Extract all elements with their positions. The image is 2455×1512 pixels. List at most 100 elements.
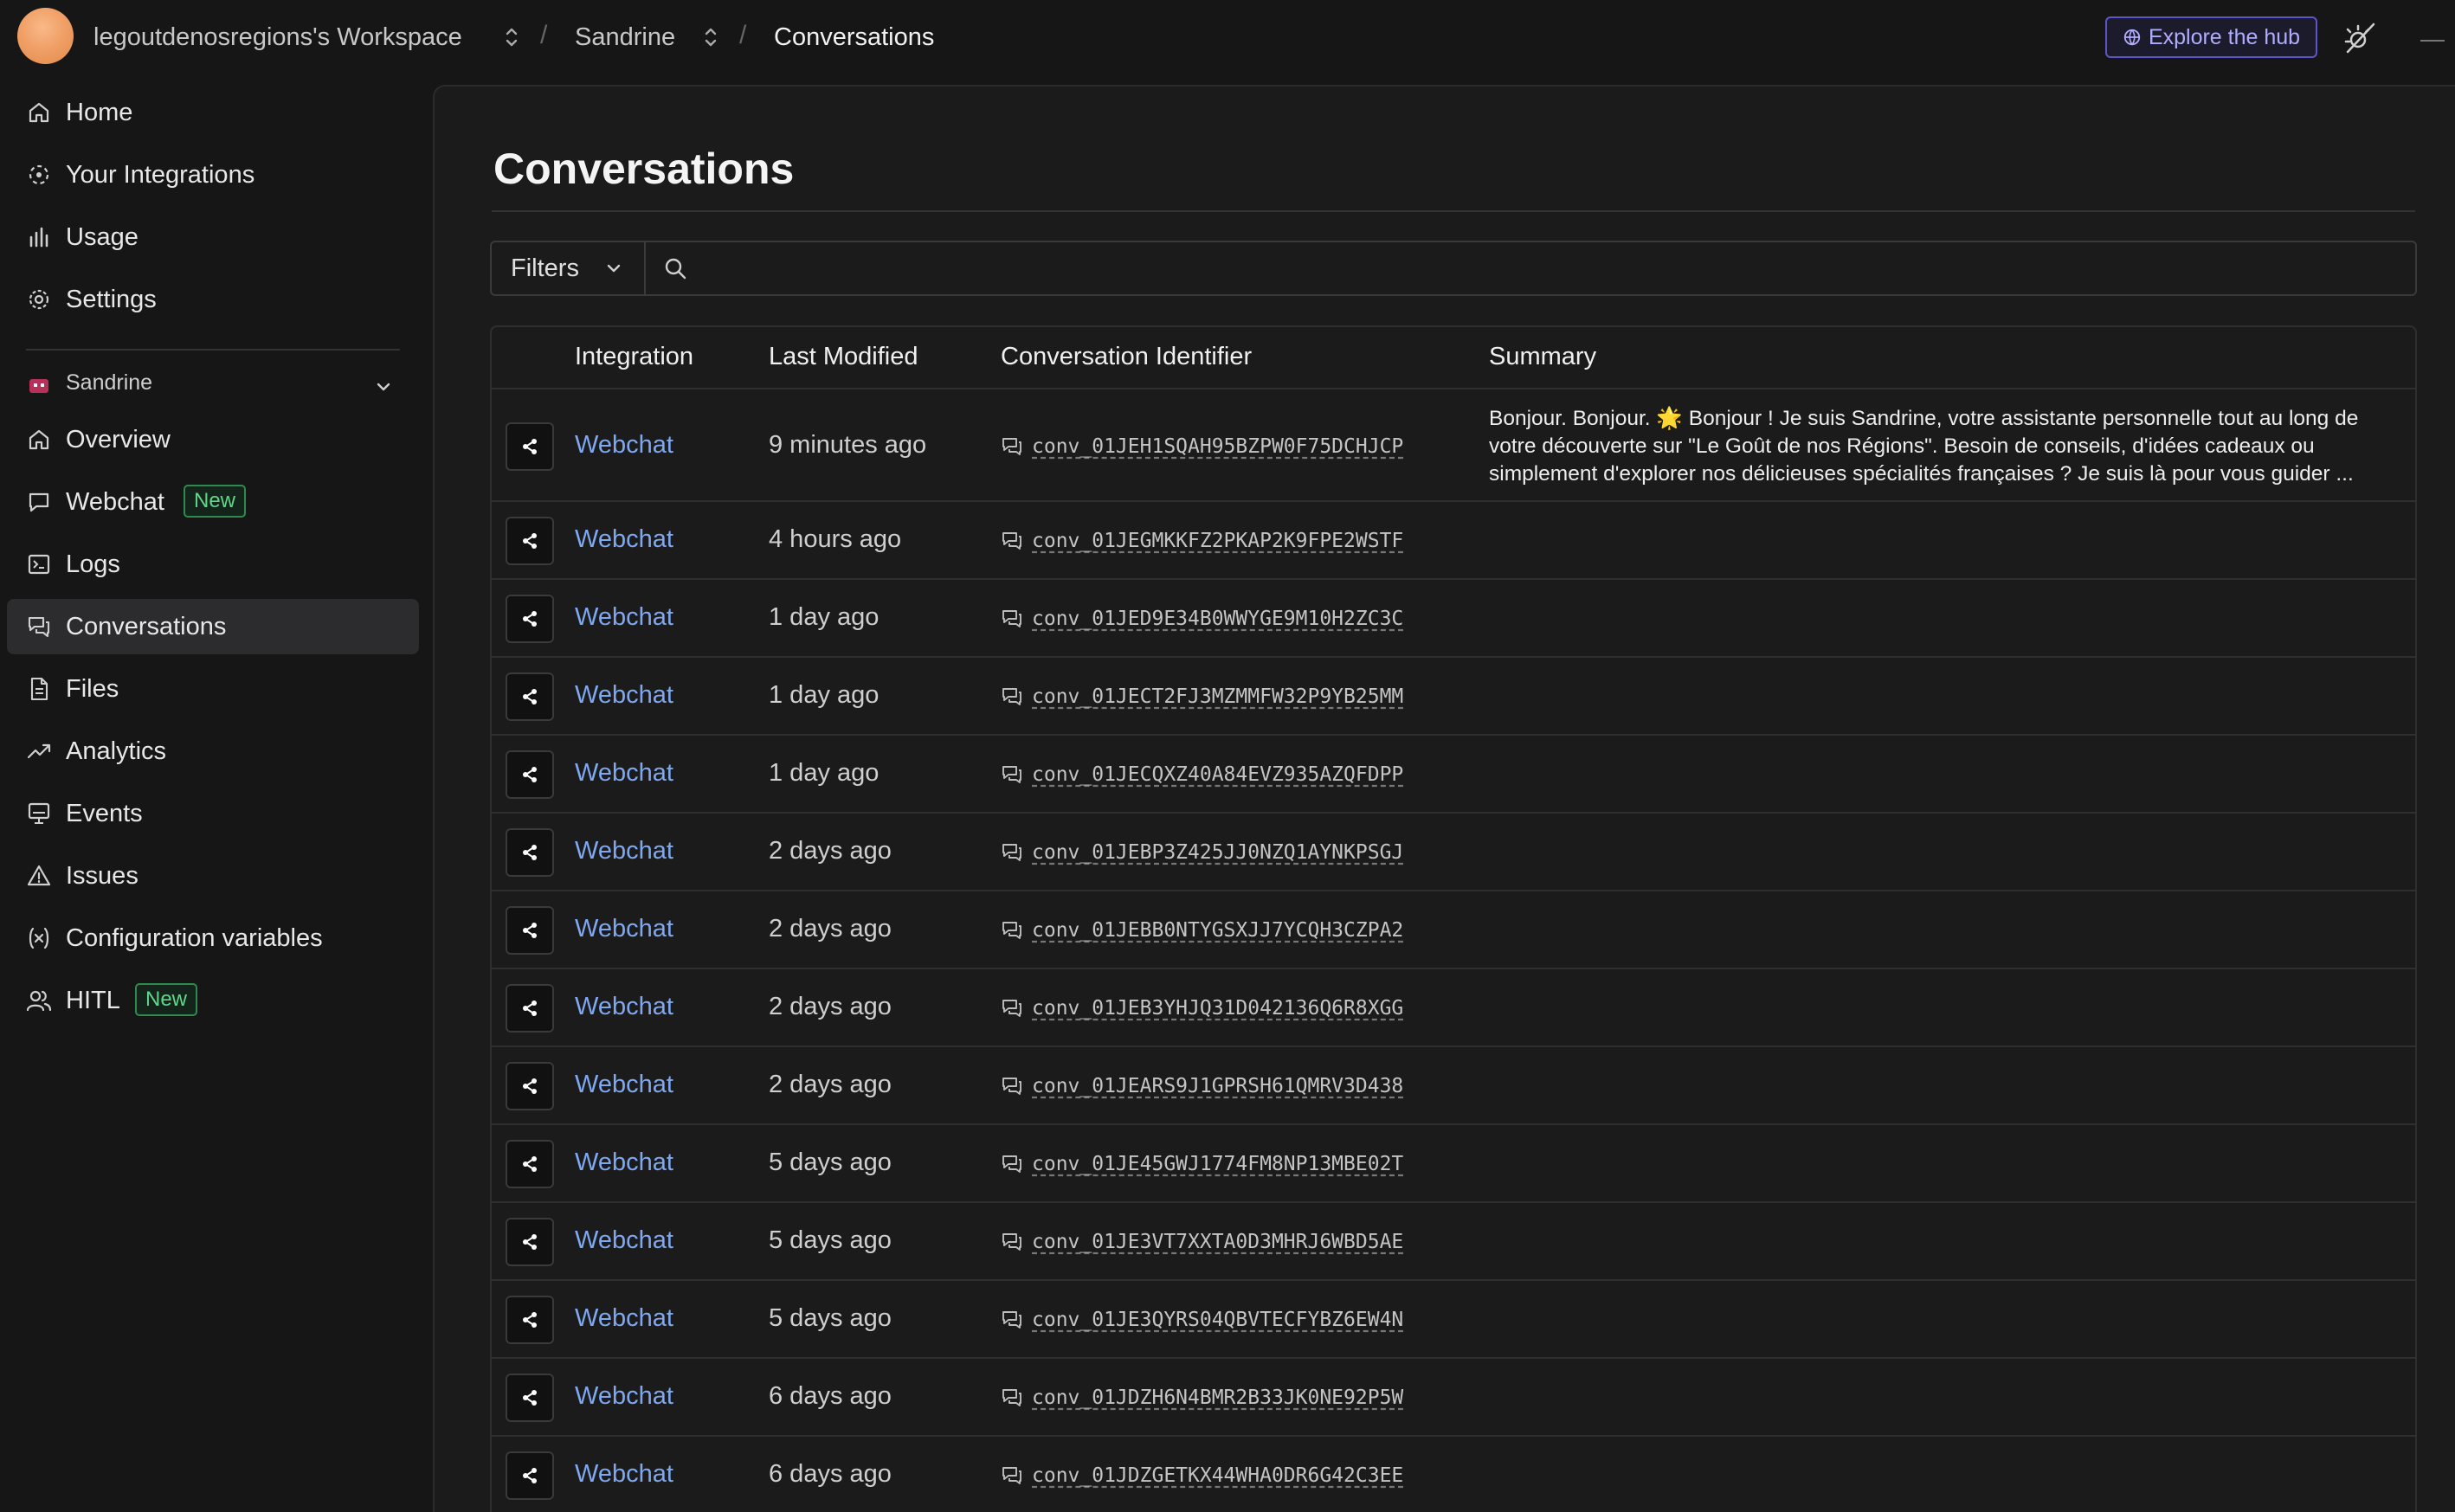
integration-link[interactable]: Webchat bbox=[575, 1304, 673, 1333]
bot-selector[interactable]: Sandrine bbox=[7, 365, 419, 409]
integration-link[interactable]: Webchat bbox=[575, 603, 673, 632]
table-row[interactable]: Webchat 1 day ago conv_01JECT2FJ3MZMMFW32P… bbox=[492, 658, 2415, 736]
conversation-id-link[interactable]: conv_01JE3VT7XXTA0D3MHRJ6WBD5AE bbox=[1001, 1228, 1403, 1256]
sidebar-item-hitl[interactable]: HITL New bbox=[7, 973, 419, 1028]
home-icon bbox=[29, 429, 49, 450]
breadcrumb-separator: / bbox=[739, 21, 747, 49]
sidebar-item-home[interactable]: Home bbox=[7, 85, 419, 140]
column-header-last-modified[interactable]: Last Modified bbox=[769, 343, 918, 371]
avatar[interactable] bbox=[17, 8, 74, 64]
integration-link[interactable]: Webchat bbox=[575, 915, 673, 943]
sidebar-item-webchat[interactable]: Webchat New bbox=[7, 474, 419, 530]
table-row[interactable]: Webchat 5 days ago conv_01JE3QYRS04QBVTECF… bbox=[492, 1281, 2415, 1359]
share-icon[interactable] bbox=[506, 672, 554, 721]
conversation-id-link[interactable]: conv_01JEBB0NTYGSXJJ7YCQH3CZPA2 bbox=[1001, 917, 1403, 944]
share-icon[interactable] bbox=[506, 1062, 554, 1110]
conversation-id-link[interactable]: conv_01JE3QYRS04QBVTECFYBZ6EW4N bbox=[1001, 1306, 1403, 1334]
sidebar-item-overview[interactable]: Overview bbox=[7, 412, 419, 467]
table-row[interactable]: Webchat 1 day ago conv_01JECQXZ40A84EVZ935… bbox=[492, 736, 2415, 814]
table-row[interactable]: Webchat 2 days ago conv_01JEARS9J1GPRSH61Q… bbox=[492, 1047, 2415, 1125]
explore-hub-button[interactable]: Explore the hub bbox=[2105, 16, 2317, 58]
table-row[interactable]: Webchat 2 days ago conv_01JEBB0NTYGSXJJ7YC… bbox=[492, 891, 2415, 969]
breadcrumb-workspace[interactable]: legoutdenosregions's Workspace bbox=[93, 19, 462, 55]
conversations-icon bbox=[28, 616, 50, 638]
column-header-summary[interactable]: Summary bbox=[1489, 343, 1596, 371]
table-row[interactable]: Webchat 6 days ago conv_01JDZH6N4BMR2B33JK… bbox=[492, 1359, 2415, 1437]
last-modified: 1 day ago bbox=[769, 603, 880, 631]
integration-link[interactable]: Webchat bbox=[575, 1148, 673, 1177]
integration-link[interactable]: Webchat bbox=[575, 759, 673, 788]
integration-link[interactable]: Webchat bbox=[575, 1382, 673, 1411]
integration-link[interactable]: Webchat bbox=[575, 1071, 673, 1099]
last-modified: 2 days ago bbox=[769, 837, 892, 865]
conversation-id: conv_01JEBP3Z425JJ0NZQ1AYNKPSGJ bbox=[1032, 841, 1404, 864]
column-header-integration[interactable]: Integration bbox=[575, 343, 693, 371]
conversation-id-link[interactable]: conv_01JDZH6N4BMR2B33JK0NE92P5W bbox=[1001, 1384, 1403, 1412]
sidebar-item-settings[interactable]: Settings bbox=[7, 272, 419, 327]
share-icon[interactable] bbox=[506, 1218, 554, 1266]
integration-link[interactable]: Webchat bbox=[575, 1226, 673, 1255]
conversation-id-link[interactable]: conv_01JEB3YHJQ31D042136Q6R8XGG bbox=[1001, 994, 1403, 1022]
table-row[interactable]: Webchat 1 day ago conv_01JED9E34B0WWYGE9M1… bbox=[492, 580, 2415, 658]
share-icon[interactable] bbox=[506, 906, 554, 955]
sidebar-item-events[interactable]: Events bbox=[7, 786, 419, 841]
conversation-id-link[interactable]: conv_01JECQXZ40A84EVZ935AZQFDPP bbox=[1001, 761, 1403, 788]
sidebar-item-usage[interactable]: Usage bbox=[7, 209, 419, 265]
sidebar-item-configuration-variables[interactable]: Configuration variables bbox=[7, 910, 419, 966]
chevron-down-icon[interactable] bbox=[374, 377, 393, 396]
sidebar-item-your-integrations[interactable]: Your Integrations bbox=[7, 147, 419, 203]
table-row[interactable]: Webchat 2 days ago conv_01JEB3YHJQ31D04213… bbox=[492, 969, 2415, 1047]
file-icon bbox=[30, 677, 48, 701]
share-icon[interactable] bbox=[506, 1140, 554, 1188]
conversation-id-link[interactable]: conv_01JED9E34B0WWYGE9M10H2ZC3C bbox=[1001, 605, 1403, 633]
table-row[interactable]: Webchat 9 minutes ago conv_01JEH1SQAH95BZP… bbox=[492, 391, 2415, 502]
breadcrumb-bot[interactable]: Sandrine bbox=[575, 19, 675, 55]
integration-link[interactable]: Webchat bbox=[575, 525, 673, 554]
sidebar-item-logs[interactable]: Logs bbox=[7, 537, 419, 592]
table-row[interactable]: Webchat 5 days ago conv_01JE45GWJ1774FM8NP… bbox=[492, 1125, 2415, 1203]
sidebar-item-issues[interactable]: Issues bbox=[7, 848, 419, 904]
conversation-id-link[interactable]: conv_01JECT2FJ3MZMMFW32P9YB25MM bbox=[1001, 683, 1403, 711]
share-icon[interactable] bbox=[506, 422, 554, 471]
column-header-conversation-identifier[interactable]: Conversation Identifier bbox=[1001, 343, 1252, 371]
table-row[interactable]: Webchat 2 days ago conv_01JEBP3Z425JJ0NZQ1… bbox=[492, 814, 2415, 891]
breadcrumb-current-page: Conversations bbox=[774, 23, 935, 51]
conversation-id-link[interactable]: conv_01JEBP3Z425JJ0NZQ1AYNKPSGJ bbox=[1001, 839, 1403, 866]
share-icon[interactable] bbox=[506, 1451, 554, 1500]
share-icon[interactable] bbox=[506, 750, 554, 799]
conversation-id-link[interactable]: conv_01JEH1SQAH95BZPW0F75DCHJCP bbox=[1001, 433, 1403, 460]
table-row[interactable]: Webchat 6 days ago conv_01JDZGETKX44WHA0DR… bbox=[492, 1437, 2415, 1512]
integration-link[interactable]: Webchat bbox=[575, 1460, 673, 1489]
share-icon[interactable] bbox=[506, 828, 554, 877]
minimize-icon[interactable] bbox=[2420, 40, 2445, 42]
conversations-table: Integration Last Modified Conversation I… bbox=[490, 325, 2417, 1512]
users-icon bbox=[26, 990, 52, 1012]
table-row[interactable]: Webchat 5 days ago conv_01JE3VT7XXTA0D3MHR… bbox=[492, 1203, 2415, 1281]
search-input[interactable] bbox=[699, 246, 2405, 291]
conversation-id-link[interactable]: conv_01JDZGETKX44WHA0DR6G42C3EE bbox=[1001, 1462, 1403, 1489]
sidebar-item-analytics[interactable]: Analytics bbox=[7, 724, 419, 779]
integration-link[interactable]: Webchat bbox=[575, 993, 673, 1021]
share-icon[interactable] bbox=[506, 517, 554, 565]
share-icon[interactable] bbox=[506, 1374, 554, 1422]
integration-link[interactable]: Webchat bbox=[575, 681, 673, 710]
share-icon[interactable] bbox=[506, 1296, 554, 1344]
integration-link[interactable]: Webchat bbox=[575, 431, 673, 460]
sidebar-item-label: Issues bbox=[66, 861, 139, 890]
conversation-id-link[interactable]: conv_01JEGMKKFZ2PKAP2K9FPE2WSTF bbox=[1001, 527, 1403, 555]
conversation-id-link[interactable]: conv_01JEARS9J1GPRSH61QMRV3D438 bbox=[1001, 1072, 1403, 1100]
chevron-up-down-icon[interactable] bbox=[701, 24, 720, 50]
sidebar-item-conversations[interactable]: Conversations bbox=[7, 599, 419, 654]
conversation-id-link[interactable]: conv_01JE45GWJ1774FM8NP13MBE02T bbox=[1001, 1150, 1403, 1178]
sidebar-item-files[interactable]: Files bbox=[7, 661, 419, 717]
share-icon[interactable] bbox=[506, 595, 554, 643]
filters-button[interactable]: Filters bbox=[492, 242, 646, 294]
theme-toggle-icon[interactable] bbox=[2342, 19, 2379, 55]
integration-link[interactable]: Webchat bbox=[575, 837, 673, 865]
conversation-icon bbox=[1001, 1075, 1032, 1097]
sidebar-item-label: Configuration variables bbox=[66, 923, 323, 952]
chevron-up-down-icon[interactable] bbox=[502, 24, 521, 50]
share-icon[interactable] bbox=[506, 984, 554, 1033]
table-row[interactable]: Webchat 4 hours ago conv_01JEGMKKFZ2PKAP2K… bbox=[492, 502, 2415, 580]
integrations-icon bbox=[29, 164, 49, 185]
